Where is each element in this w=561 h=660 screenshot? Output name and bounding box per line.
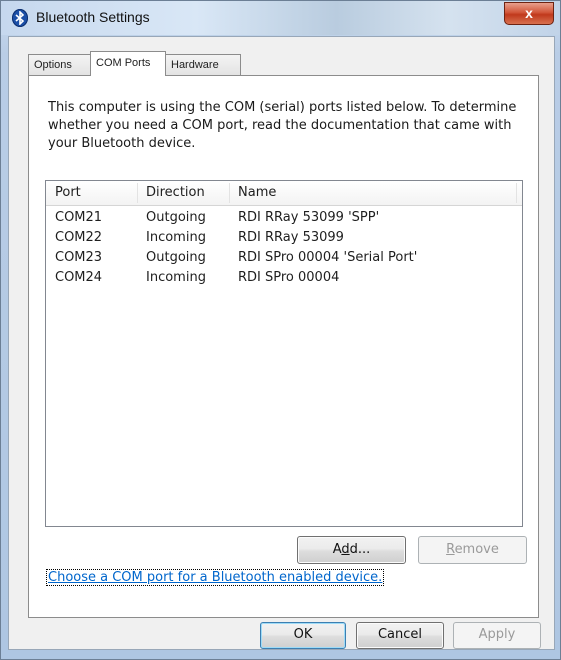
- direction-cell: Incoming: [146, 230, 206, 245]
- column-header-name[interactable]: Name: [238, 181, 276, 205]
- bluetooth-settings-window: Bluetooth Settings x Options COM Ports H…: [0, 0, 561, 660]
- add-button-label-end: d...: [349, 542, 371, 557]
- choose-com-port-link[interactable]: Choose a COM port for a Bluetooth enable…: [46, 569, 385, 586]
- com-ports-description: This computer is using the COM (serial) …: [48, 100, 517, 151]
- title-bar[interactable]: Bluetooth Settings x: [1, 1, 560, 35]
- name-cell: RDI SPro 00004 'Serial Port': [238, 250, 418, 265]
- port-cell: COM23: [55, 250, 103, 265]
- window-title: Bluetooth Settings: [36, 9, 150, 25]
- port-cell: COM24: [55, 270, 103, 285]
- tab-hardware[interactable]: Hardware: [165, 54, 241, 75]
- column-header-port[interactable]: Port: [55, 181, 81, 205]
- com-ports-list[interactable]: Port Direction Name COM21 Outgoing RDI R…: [45, 180, 523, 527]
- name-cell: RDI RRay 53099: [238, 230, 344, 245]
- list-item[interactable]: COM21 Outgoing RDI RRay 53099 'SPP': [46, 208, 522, 228]
- remove-button[interactable]: Remove: [418, 536, 527, 564]
- list-header: Port Direction Name: [46, 181, 522, 206]
- com-ports-panel: This computer is using the COM (serial) …: [28, 75, 539, 618]
- cancel-button[interactable]: Cancel: [356, 622, 444, 649]
- list-item[interactable]: COM24 Incoming RDI SPro 00004: [46, 268, 522, 288]
- column-separator[interactable]: [137, 183, 138, 203]
- apply-button[interactable]: Apply: [453, 622, 541, 649]
- dialog-client-area: Options COM Ports Hardware This computer…: [8, 36, 555, 650]
- port-cell: COM21: [55, 210, 103, 225]
- tab-options[interactable]: Options: [28, 54, 91, 75]
- list-item[interactable]: COM22 Incoming RDI RRay 53099: [46, 228, 522, 248]
- direction-cell: Outgoing: [146, 250, 206, 265]
- list-item[interactable]: COM23 Outgoing RDI SPro 00004 'Serial Po…: [46, 248, 522, 268]
- add-button-accelerator: d: [341, 542, 350, 557]
- remove-button-accelerator: R: [446, 542, 455, 557]
- name-cell: RDI RRay 53099 'SPP': [238, 210, 380, 225]
- column-separator[interactable]: [229, 183, 230, 203]
- port-cell: COM22: [55, 230, 103, 245]
- direction-cell: Outgoing: [146, 210, 206, 225]
- name-cell: RDI SPro 00004: [238, 270, 340, 285]
- ok-button[interactable]: OK: [260, 622, 346, 649]
- add-button[interactable]: Add...: [297, 536, 406, 564]
- close-button[interactable]: x: [504, 2, 554, 25]
- tab-com-ports[interactable]: COM Ports: [90, 51, 166, 76]
- remove-button-label-end: emove: [454, 542, 499, 557]
- column-header-direction[interactable]: Direction: [146, 181, 205, 205]
- column-separator[interactable]: [516, 183, 517, 203]
- bluetooth-icon: [12, 9, 28, 27]
- direction-cell: Incoming: [146, 270, 206, 285]
